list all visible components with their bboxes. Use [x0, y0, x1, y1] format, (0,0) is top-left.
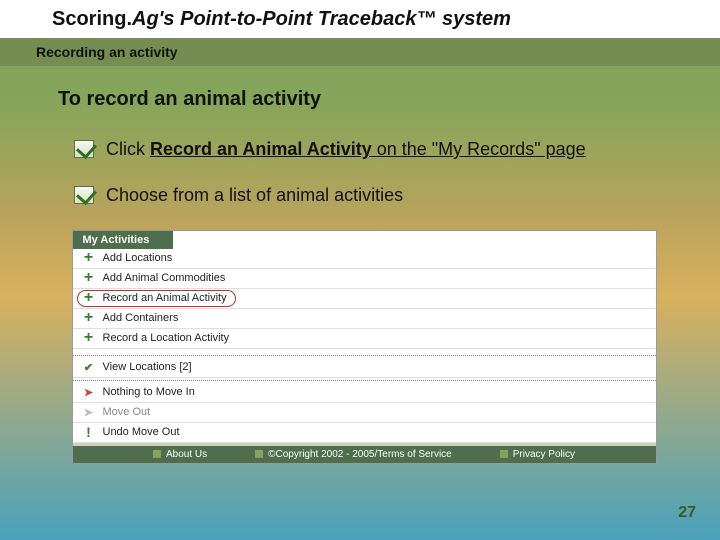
- bullet-1-text: Click Record an Animal Activity on the "…: [106, 137, 586, 161]
- title-prefix: Scoring.: [52, 8, 132, 30]
- subtitle: Recording an activity: [36, 44, 178, 60]
- bullet-2: Choose from a list of animal activities: [74, 183, 670, 207]
- plus-icon: +: [81, 269, 97, 287]
- row-label: View Locations [2]: [103, 361, 192, 373]
- title-band: Scoring.Ag's Point-to-Point Traceback™ s…: [0, 0, 720, 38]
- footer-about[interactable]: About Us: [153, 449, 207, 460]
- row-record-animal-activity[interactable]: + Record an Animal Activity: [73, 289, 656, 309]
- row-label: Record an Animal Activity: [103, 292, 227, 304]
- row-label: Add Locations: [103, 252, 173, 264]
- arrow-icon: ➤: [81, 386, 97, 399]
- row-nothing-move-in[interactable]: ➤ Nothing to Move In: [73, 383, 656, 403]
- slide: Scoring.Ag's Point-to-Point Traceback™ s…: [0, 0, 720, 540]
- plus-icon: +: [81, 329, 97, 347]
- bullet-1-pre: Click: [106, 139, 150, 159]
- row-label: Move Out: [103, 406, 151, 418]
- bullet-2-pre: Choose from a list of animal activities: [106, 185, 403, 205]
- arrow-icon: ➤: [81, 406, 97, 419]
- bullet-2-text: Choose from a list of animal activities: [106, 183, 403, 207]
- my-activities-panel: My Activities + Add Locations + Add Anim…: [72, 230, 657, 464]
- row-view-locations[interactable]: ✔ View Locations [2]: [73, 358, 656, 378]
- row-record-location-activity[interactable]: + Record a Location Activity: [73, 329, 656, 349]
- row-add-locations[interactable]: + Add Locations: [73, 249, 656, 269]
- row-move-out[interactable]: ➤ Move Out: [73, 403, 656, 423]
- row-add-containers[interactable]: + Add Containers: [73, 309, 656, 329]
- row-undo-move-out[interactable]: ! Undo Move Out: [73, 423, 656, 443]
- bullet-1-bold: Record an Animal Activity: [150, 139, 372, 159]
- check-icon: ✔: [81, 361, 97, 374]
- section-heading: To record an animal activity: [58, 88, 670, 111]
- plus-icon: +: [81, 249, 97, 267]
- panel-footer: About Us ©Copyright 2002 - 2005/Terms of…: [73, 443, 656, 463]
- title-main: Ag's Point-to-Point Traceback™ system: [132, 8, 511, 30]
- check-icon: [74, 186, 94, 204]
- divider: [73, 355, 656, 356]
- panel-tab[interactable]: My Activities: [73, 231, 173, 249]
- plus-icon: +: [81, 289, 97, 307]
- check-icon: [74, 140, 94, 158]
- exclaim-icon: !: [81, 424, 97, 440]
- subtitle-band: Recording an activity: [0, 38, 720, 66]
- row-label: Record a Location Activity: [103, 332, 230, 344]
- row-label: Add Containers: [103, 312, 179, 324]
- row-label: Nothing to Move In: [103, 386, 195, 398]
- content-area: To record an animal activity Click Recor…: [0, 66, 720, 464]
- bullet-1-post: on the "My Records" page: [372, 139, 586, 159]
- plus-icon: +: [81, 309, 97, 327]
- footer-copyright[interactable]: ©Copyright 2002 - 2005/Terms of Service: [255, 449, 452, 460]
- row-label: Add Animal Commodities: [103, 272, 226, 284]
- footer-privacy[interactable]: Privacy Policy: [500, 449, 575, 460]
- divider: [73, 380, 656, 381]
- row-label: Undo Move Out: [103, 426, 180, 438]
- page-number: 27: [678, 504, 696, 522]
- row-add-animal-commodities[interactable]: + Add Animal Commodities: [73, 269, 656, 289]
- bullet-1: Click Record an Animal Activity on the "…: [74, 137, 670, 161]
